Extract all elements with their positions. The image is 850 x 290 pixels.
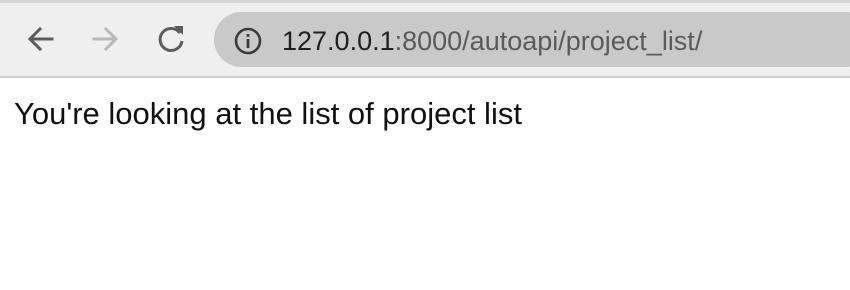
info-icon[interactable]	[233, 26, 263, 56]
page-message: You're looking at the list of project li…	[14, 96, 522, 131]
address-url[interactable]: 127.0.0.1:8000/autoapi/project_list/	[282, 21, 702, 61]
arrow-right-icon	[92, 26, 119, 52]
arrow-left-icon	[27, 26, 54, 52]
url-host: 127.0.0.1	[282, 26, 395, 56]
reload-button[interactable]	[151, 19, 191, 59]
toolbar-divider	[0, 76, 850, 78]
reload-icon	[158, 26, 184, 52]
back-button[interactable]	[21, 19, 61, 59]
url-path: :8000/autoapi/project_list/	[394, 26, 703, 56]
forward-button[interactable]	[85, 19, 125, 59]
